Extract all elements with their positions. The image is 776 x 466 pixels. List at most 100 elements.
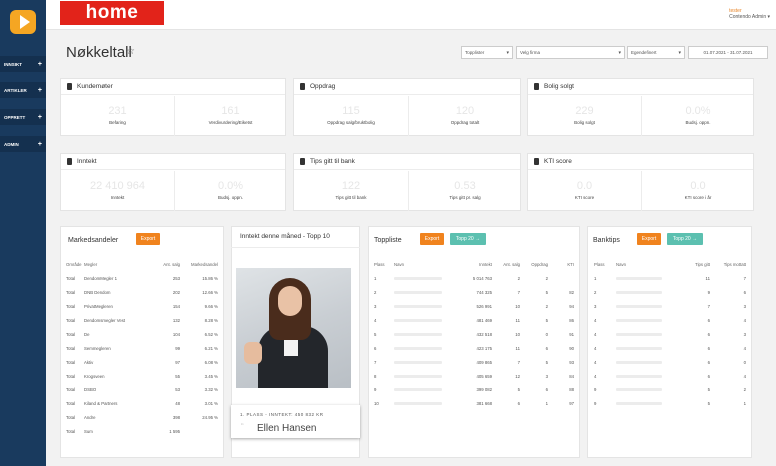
table-cell: 11 xyxy=(705,276,710,282)
table-row[interactable]: 10 381 668 6 1 97 xyxy=(374,397,574,411)
sidebar-item-admin[interactable]: ADMIN + xyxy=(0,136,46,152)
table-cell: 6.21 % xyxy=(204,345,218,351)
table-cell: 12 xyxy=(515,373,520,379)
top-bar: home tester Contendo Admin ▾ xyxy=(46,0,776,30)
table-cell: Total xyxy=(66,331,76,337)
table-cell: 9.66 % xyxy=(204,304,218,310)
table-row[interactable]: 2 744 325 7 5 82 xyxy=(374,286,574,300)
table-row[interactable]: 6 423 175 11 6 90 xyxy=(374,341,574,355)
table-cell: 2 xyxy=(517,276,520,282)
export-button[interactable]: Export xyxy=(136,233,160,245)
table-cell: 154 xyxy=(172,304,180,310)
rank-cell: 5 xyxy=(374,331,377,337)
table-cell: 8.28 % xyxy=(204,318,218,323)
firm-select[interactable]: Velg firma ▾ xyxy=(516,46,625,59)
top20-button[interactable]: Topp 20 → xyxy=(450,233,486,245)
date-range-input[interactable]: 01.07.2021 - 31.07.2021 xyxy=(688,46,768,59)
table-row: Total De 104 6.52 % xyxy=(66,327,218,341)
toplist-select[interactable]: Topplister ▾ xyxy=(461,46,513,59)
table-cell: 398 xyxy=(172,415,180,421)
table-row[interactable]: 4 6 3 xyxy=(594,327,746,341)
col-header: Ant. salg xyxy=(503,262,520,268)
plus-icon: + xyxy=(37,86,42,94)
table-row[interactable]: 1 11 7 xyxy=(594,272,746,286)
table-row[interactable]: 9 399 082 5 6 88 xyxy=(374,383,574,397)
user-menu[interactable]: tester Contendo Admin ▾ xyxy=(729,8,770,20)
name-cell-redacted xyxy=(616,355,682,369)
table-cell: 7 xyxy=(517,359,520,365)
table-row[interactable]: 1 5 014 763 2 2 xyxy=(374,272,574,286)
table-row[interactable]: 7 409 865 7 5 93 xyxy=(374,355,574,369)
name-cell-redacted xyxy=(394,397,454,411)
sidebar-item-opprett[interactable]: OPPRETT + xyxy=(0,109,46,125)
rank-cell: 8 xyxy=(374,373,377,379)
table-cell: 7 xyxy=(707,304,710,310)
rank-cell: 4 xyxy=(594,318,597,323)
sidebar-item-innsikt[interactable]: INNSIKT + xyxy=(0,56,46,72)
card-title: Kundemøter xyxy=(77,83,113,90)
table-row[interactable]: 4 6 4 xyxy=(594,314,746,328)
table-row[interactable]: 4 6 4 xyxy=(594,369,746,383)
table-cell: 55 xyxy=(175,373,180,379)
table-cell: DNB Dendom xyxy=(84,290,111,296)
user-name: Contendo Admin ▾ xyxy=(729,14,770,20)
card-oppdrag: Oppdrag 115 Oppdrag salg/bruktbolig 120 Op… xyxy=(293,78,521,136)
name-cell-redacted xyxy=(616,341,682,355)
name-cell-redacted xyxy=(394,286,454,300)
panel-title: Toppliste xyxy=(374,237,402,244)
rank-cell: 2 xyxy=(374,290,377,296)
table-cell: Sum xyxy=(84,429,93,435)
table-cell: 202 xyxy=(172,290,180,296)
favorite-star-icon[interactable]: ☆ xyxy=(126,46,135,57)
banktips-table: Plass Navn Tips gitt Tips mottatt 1 11 7 2 9… xyxy=(594,258,746,411)
table-row[interactable]: 9 5 1 xyxy=(594,397,746,411)
export-button[interactable]: Export xyxy=(420,233,444,245)
table-cell: 3.32 % xyxy=(204,387,218,393)
table-cell: 94 xyxy=(569,304,574,310)
table-row[interactable]: 8 405 659 12 3 84 xyxy=(374,369,574,383)
app-logo-icon[interactable] xyxy=(10,10,36,34)
card-title: Bolig solgt xyxy=(544,83,574,90)
table-row[interactable]: 3 526 991 10 2 94 xyxy=(374,300,574,314)
table-cell: 6 xyxy=(707,318,710,323)
table-cell: 97 xyxy=(175,359,180,365)
col-header: Område xyxy=(66,262,82,268)
table-row[interactable]: 3 7 3 xyxy=(594,300,746,314)
phone-icon xyxy=(67,158,72,165)
table-cell: Aktiv xyxy=(84,359,94,365)
phone-icon xyxy=(534,83,539,90)
table-row[interactable]: 4 481 469 11 5 86 xyxy=(374,314,574,328)
period-select[interactable]: Egendefinert ▾ xyxy=(627,46,685,59)
table-cell: 6 xyxy=(707,331,710,337)
metric-label: Bolig solgt xyxy=(574,120,595,125)
table-row[interactable]: 2 9 6 xyxy=(594,286,746,300)
table-row[interactable]: 9 5 2 xyxy=(594,383,746,397)
name-cell-redacted xyxy=(394,355,454,369)
metric-label: Tips gitt pr. salg xyxy=(449,195,481,200)
panel-title: Banktips xyxy=(593,237,620,244)
table-cell: 253 xyxy=(172,276,180,282)
name-cell-redacted xyxy=(394,272,454,286)
table-cell: 2 xyxy=(545,304,548,310)
name-cell-redacted xyxy=(394,327,454,341)
sidebar-item-artikler[interactable]: ARTIKLER + xyxy=(0,82,46,98)
chevron-down-icon: ▾ xyxy=(678,49,681,56)
name-cell-redacted xyxy=(616,369,682,383)
firm-select-value: Velg firma xyxy=(520,50,541,55)
table-cell: Dendomsmegler Vest xyxy=(84,318,126,323)
page-title: Nøkkeltall xyxy=(66,44,132,61)
card-kundemoter: Kundemøter 231 Befaring 161 Verdivurdering… xyxy=(60,78,286,136)
table-cell: Total xyxy=(66,429,76,435)
sidebar-item-label: ADMIN xyxy=(4,141,19,147)
metric-label: Budsj. oppn. xyxy=(217,195,244,200)
metric-value: 0.0% xyxy=(217,180,244,192)
table-cell: Total xyxy=(66,345,76,351)
period-select-value: Egendefinert xyxy=(631,50,657,55)
table-cell: 6 xyxy=(707,345,710,351)
top20-button[interactable]: Topp 20 → xyxy=(667,233,703,245)
brand-logo[interactable]: home xyxy=(60,1,164,25)
table-row[interactable]: 4 6 0 xyxy=(594,355,746,369)
export-button[interactable]: Export xyxy=(637,233,661,245)
table-row[interactable]: 4 6 4 xyxy=(594,341,746,355)
table-row[interactable]: 5 432 518 10 0 91 xyxy=(374,327,574,341)
